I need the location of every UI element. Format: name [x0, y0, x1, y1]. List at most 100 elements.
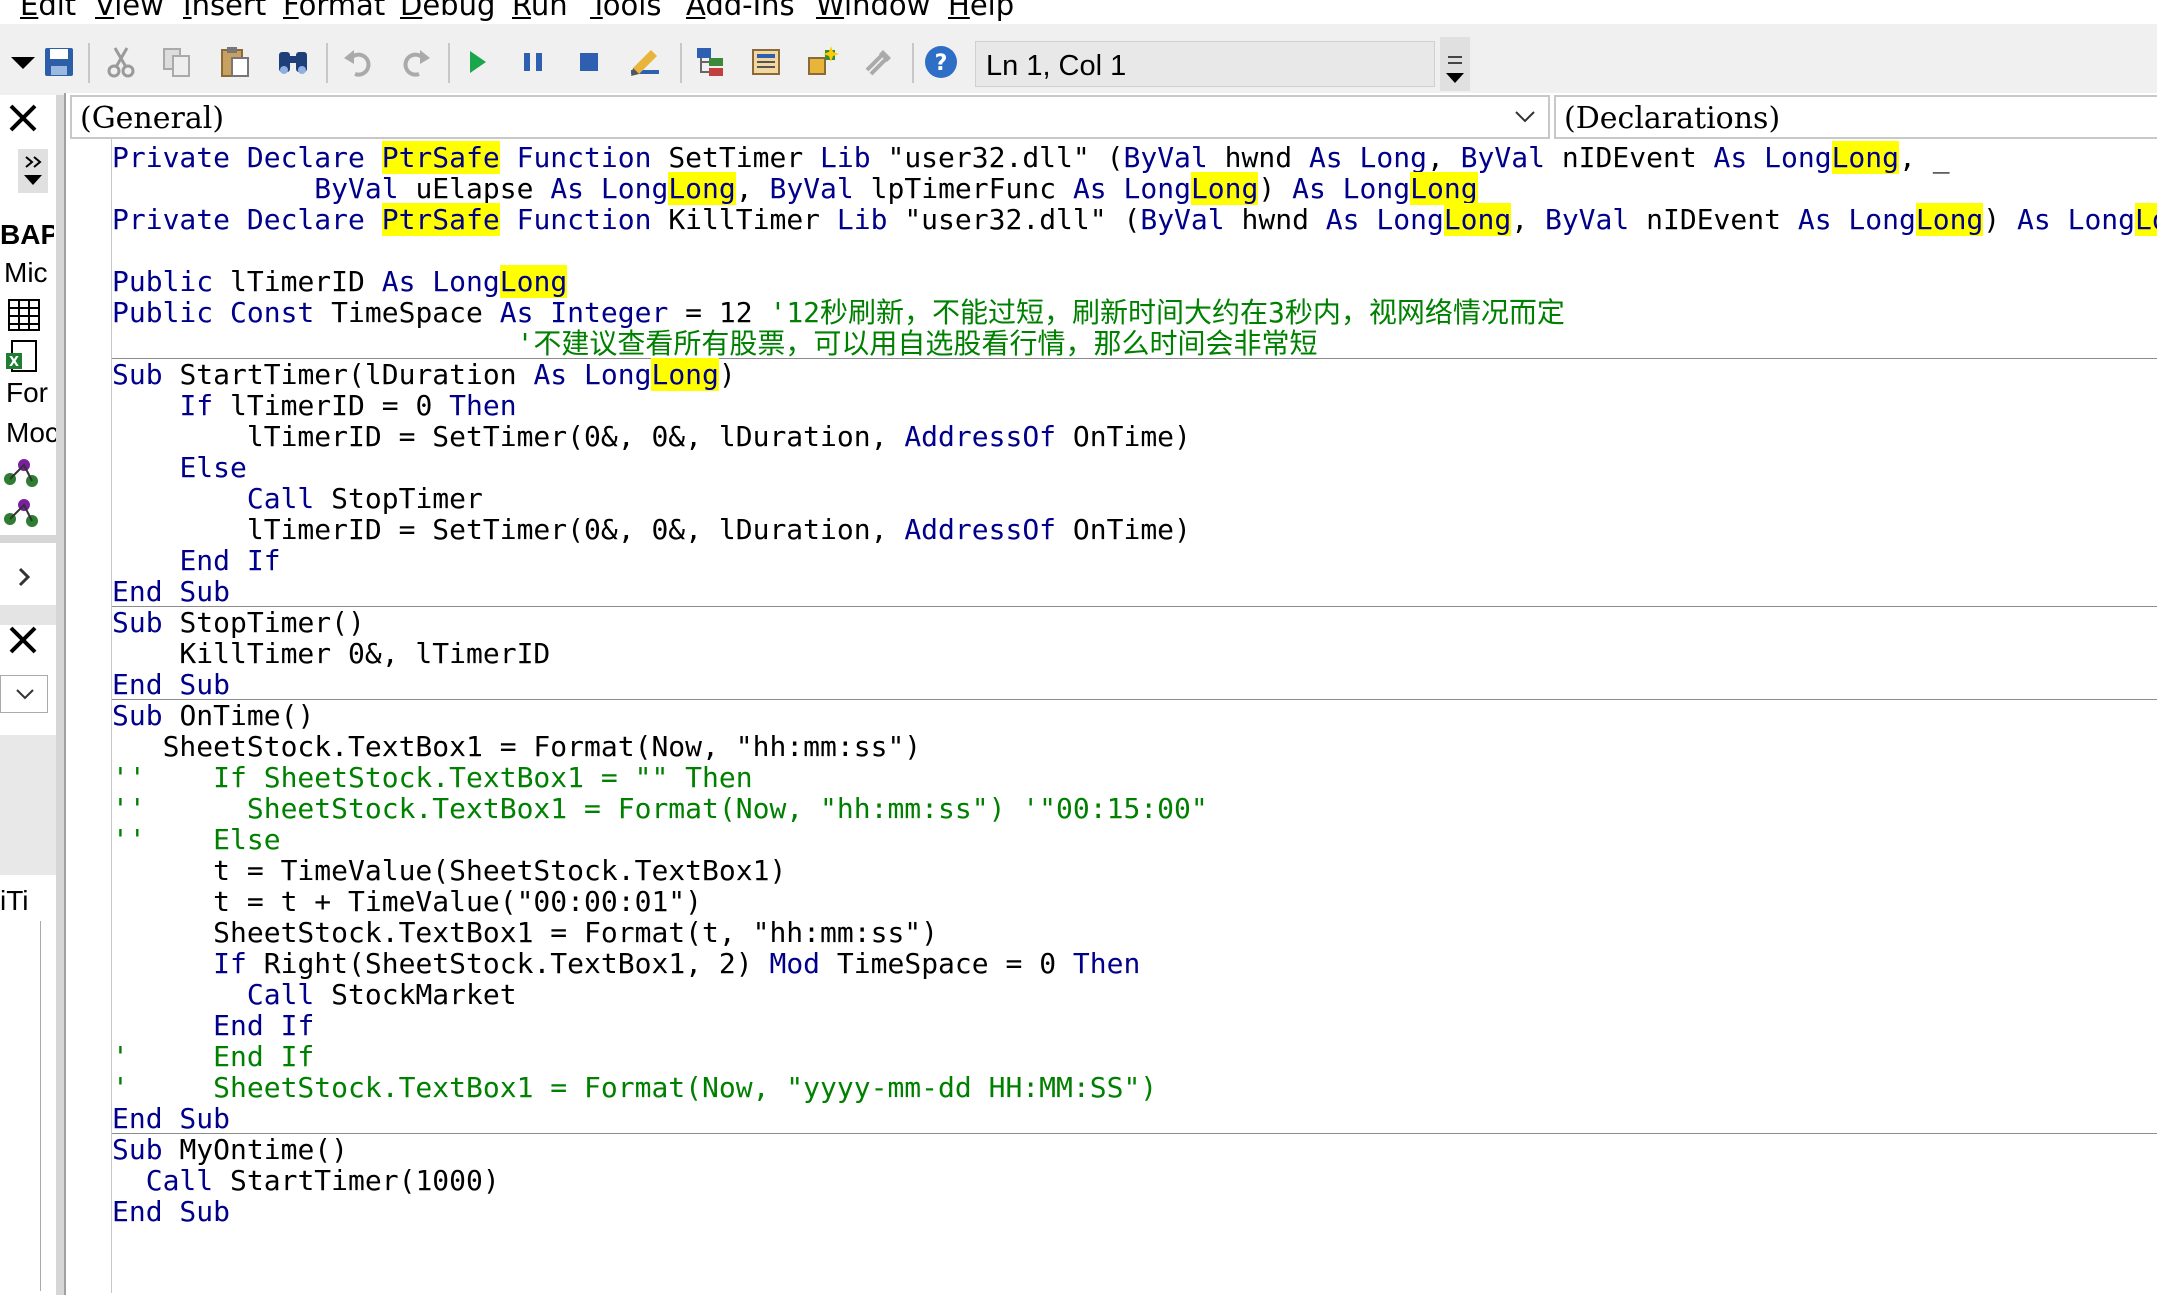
code-line[interactable]: KillTimer 0&, lTimerID	[112, 638, 550, 669]
microsoft-objects-label[interactable]: Mic	[4, 257, 58, 289]
code-token: MyOntime()	[179, 1133, 349, 1166]
menu-addins[interactable]: Add-Ins	[686, 0, 795, 22]
procedure-separator	[112, 606, 2157, 607]
cut-icon[interactable]	[100, 41, 142, 83]
menu-debug[interactable]: Debug	[400, 0, 495, 22]
redo-icon[interactable]	[394, 41, 436, 83]
code-line[interactable]: Else	[112, 452, 246, 483]
code-line[interactable]: End Sub	[112, 1103, 230, 1134]
save-icon[interactable]	[38, 41, 80, 83]
project-pane: BAP Mic X For Moc iTi	[0, 95, 59, 1295]
close-properties-pane-icon[interactable]	[0, 617, 46, 663]
chevron-right-icon[interactable]	[12, 565, 36, 594]
code-line[interactable]: End Sub	[112, 1196, 230, 1227]
code-line[interactable]: End If	[112, 544, 280, 577]
toolbox-icon[interactable]	[858, 41, 900, 83]
code-line[interactable]: SheetStock.TextBox1 = Format(Now, "hh:mm…	[112, 731, 922, 762]
code-line[interactable]: End Sub	[112, 669, 230, 700]
project-explorer-icon[interactable]	[690, 41, 732, 83]
code-token: Then	[449, 389, 517, 422]
code-token: Long	[499, 265, 568, 298]
copy-icon[interactable]	[156, 41, 198, 83]
menu-help[interactable]: Help	[948, 0, 1014, 22]
code-line[interactable]: Sub OnTime()	[112, 700, 314, 731]
properties-object-dropdown[interactable]	[0, 675, 48, 713]
code-line[interactable]: End If	[112, 1010, 314, 1041]
code-line[interactable]: ' End If	[112, 1041, 314, 1072]
code-line[interactable]: '不建议查看所有股票，可以用自选股看行情，那么时间会非常短	[112, 327, 1318, 360]
code-line[interactable]: t = t + TimeValue("00:00:01")	[112, 886, 702, 917]
code-line[interactable]: t = TimeValue(SheetStock.TextBox1)	[112, 855, 786, 886]
code-line[interactable]: lTimerID = SetTimer(0&, 0&, lDuration, A…	[112, 421, 1191, 452]
help-icon[interactable]: ?	[920, 41, 962, 83]
reset-icon[interactable]	[568, 41, 610, 83]
forms-folder-label[interactable]: For	[6, 377, 60, 409]
code-editor[interactable]: Private Declare PtrSafe Function SetTime…	[111, 139, 2157, 1293]
toolbar-overflow-icon[interactable]	[1440, 37, 1470, 91]
code-token: Sub	[112, 358, 180, 391]
run-icon[interactable]	[456, 41, 498, 83]
undo-icon[interactable]	[338, 41, 380, 83]
menu-format[interactable]: Format	[283, 0, 385, 22]
code-line[interactable]: '' SheetStock.TextBox1 = Format(Now, "hh…	[112, 793, 1208, 824]
close-project-pane-icon[interactable]	[0, 95, 46, 141]
find-icon[interactable]	[272, 41, 314, 83]
code-token: "user32.dll" (	[904, 203, 1141, 236]
code-line[interactable]: If Right(SheetStock.TextBox1, 2) Mod Tim…	[112, 948, 1140, 979]
menu-run[interactable]: Run	[512, 0, 568, 22]
code-line[interactable]: Sub StopTimer()	[112, 607, 365, 638]
code-line[interactable]: Call StockMarket	[112, 979, 517, 1010]
code-line[interactable]: Public Const TimeSpace As Integer = 12 '…	[112, 297, 1565, 328]
code-line[interactable]: Private Declare PtrSafe Function KillTim…	[112, 203, 2157, 236]
code-token: End Sub	[112, 668, 231, 701]
code-token: lpTimerFunc	[870, 172, 1073, 205]
code-token: End If	[213, 1009, 315, 1042]
property-name-label[interactable]: iTi	[0, 885, 54, 917]
module-icon[interactable]	[2, 495, 42, 536]
code-line[interactable]: '' Else	[112, 824, 281, 855]
code-line[interactable]: Call StartTimer(1000)	[112, 1165, 500, 1196]
module-icon[interactable]	[2, 455, 42, 496]
code-line[interactable]: Sub StartTimer(lDuration As LongLong)	[112, 358, 736, 391]
menu-insert[interactable]: Insert	[183, 0, 266, 22]
code-token: ' SheetStock.TextBox1 = Format(Now, "yyy…	[112, 1071, 1158, 1104]
object-combobox[interactable]: (General)	[70, 95, 1550, 139]
code-line[interactable]: SheetStock.TextBox1 = Format(t, "hh:mm:s…	[112, 917, 938, 948]
break-icon[interactable]	[512, 41, 554, 83]
code-line[interactable]: lTimerID = SetTimer(0&, 0&, lDuration, A…	[112, 514, 1191, 545]
menu-view[interactable]: View	[95, 0, 164, 22]
menu-window[interactable]: Window	[816, 0, 930, 22]
code-token: As Long	[1325, 203, 1444, 236]
chevron-down-icon[interactable]	[1512, 107, 1538, 127]
project-node-label[interactable]: BAP	[0, 219, 54, 251]
code-line[interactable]: Private Declare PtrSafe Function SetTime…	[112, 141, 1950, 174]
properties-window-icon[interactable]	[746, 41, 788, 83]
design-mode-icon[interactable]	[624, 41, 666, 83]
menu-tools[interactable]: Tools	[590, 0, 661, 22]
workbook-icon[interactable]: X	[4, 339, 40, 380]
object-browser-icon[interactable]	[802, 41, 844, 83]
code-line[interactable]: Call StopTimer	[112, 483, 483, 514]
code-token: '不建议查看所有股票，可以用自选股看行情，那么时间会非常短	[516, 327, 1318, 360]
sheet-icon[interactable]	[6, 297, 42, 338]
svg-text:X: X	[9, 355, 19, 370]
code-line[interactable]: ' SheetStock.TextBox1 = Format(Now, "yyy…	[112, 1072, 1157, 1103]
code-line[interactable]: Public lTimerID As LongLong	[112, 265, 568, 298]
menu-edit[interactable]: Edit	[20, 0, 76, 22]
code-line[interactable]: ByVal uElapse As LongLong, ByVal lpTimer…	[112, 172, 1478, 205]
paste-icon[interactable]	[214, 41, 256, 83]
code-token: Function	[499, 141, 669, 174]
code-line[interactable]: '' If SheetStock.TextBox1 = "" Then	[112, 762, 753, 793]
procedure-combobox[interactable]: (Declarations)	[1554, 95, 2157, 139]
code-token: StartTimer(lDuration	[179, 358, 534, 391]
code-line[interactable]: End Sub	[112, 576, 230, 607]
modules-folder-label[interactable]: Moc	[6, 417, 60, 449]
scroll-arrows-icon[interactable]	[18, 149, 48, 193]
code-token: OnTime()	[179, 699, 315, 732]
code-line[interactable]: If lTimerID = 0 Then	[112, 389, 517, 422]
code-line[interactable]: Sub MyOntime()	[112, 1134, 348, 1165]
